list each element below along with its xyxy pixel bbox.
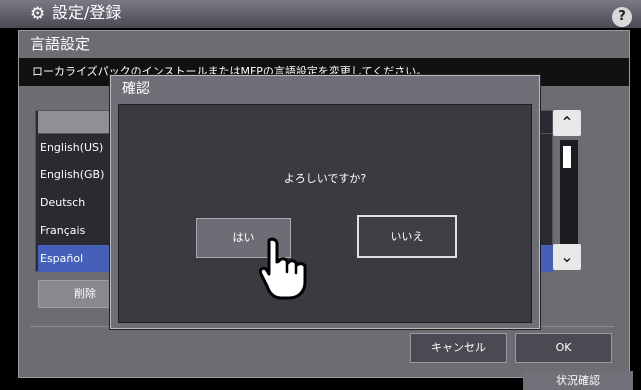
panel-title: 言語設定 (30, 35, 91, 53)
dialog-title: 確認 (122, 81, 150, 97)
dialog-question: よろしいですか? (283, 172, 367, 185)
scrollbar-thumb[interactable] (563, 146, 571, 168)
dialog-body (118, 104, 532, 323)
pointing-hand-icon (258, 237, 307, 300)
ok-button[interactable]: OK (515, 333, 612, 363)
cancel-button[interactable]: キャンセル (410, 333, 507, 363)
status-button[interactable]: 状況確認 (523, 371, 633, 390)
scroll-down-button[interactable]: ⌄ (553, 244, 581, 270)
chevron-up-icon: ⌃ (560, 113, 574, 132)
help-button[interactable]: ? (612, 7, 632, 27)
chevron-down-icon: ⌄ (560, 247, 574, 266)
list-header (38, 111, 118, 133)
app-title: 設定/登録 (52, 3, 122, 22)
no-button[interactable]: いいえ (357, 215, 457, 258)
scroll-up-button[interactable]: ⌃ (553, 110, 581, 136)
gear-icon: ⚙ (30, 4, 46, 24)
